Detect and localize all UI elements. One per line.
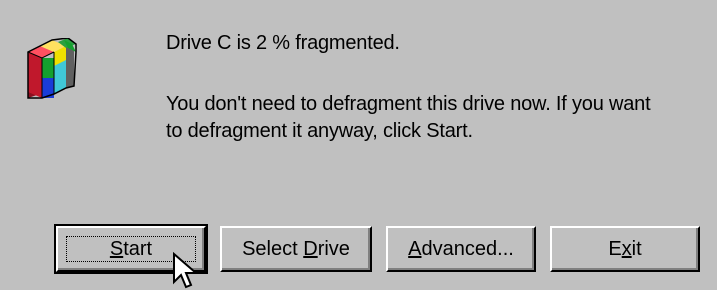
defrag-dialog: Drive C is 2 % fragmented. You don't nee… [0, 0, 717, 290]
fragmentation-status-text: Drive C is 2 % fragmented. [166, 32, 400, 54]
start-button-label: Start [109, 237, 153, 260]
recommendation-line-1: You don't need to defragment this drive … [166, 93, 651, 115]
select-drive-button-label: Select Drive [242, 237, 350, 260]
exit-button[interactable]: Exit [550, 226, 700, 272]
mouse-pointer-icon [173, 252, 199, 289]
recommendation-line-2: to defragment it anyway, click Start. [166, 120, 473, 142]
select-drive-button[interactable]: Select Drive [220, 226, 372, 272]
advanced-button[interactable]: Advanced... [386, 226, 536, 272]
exit-button-label: Exit [608, 237, 642, 260]
disk-defragmenter-icon [27, 38, 77, 99]
advanced-button-label: Advanced... [408, 237, 514, 260]
recommendation-text: You don't need to defragment this drive … [166, 91, 706, 145]
